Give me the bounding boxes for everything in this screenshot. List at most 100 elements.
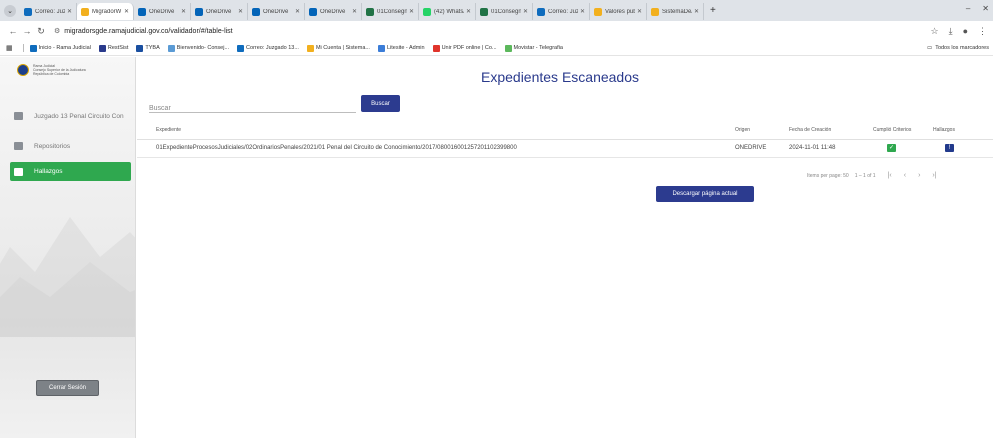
items-per-page-label[interactable]: Items per page: 50 [807, 173, 849, 179]
building-icon [14, 112, 23, 120]
bookmarks-bar: ▦ Inicio - Rama Judicial RestSist TYBA Bien… [0, 41, 993, 56]
close-tab-icon[interactable]: ✕ [466, 8, 471, 15]
bookmark-label: RestSist [107, 45, 129, 51]
minimize-icon[interactable]: – [966, 4, 970, 13]
bookmark-item[interactable]: Unir PDF online | Co... [432, 44, 497, 52]
hallazgos-comment-icon[interactable]: ! [945, 144, 954, 152]
url-text: migradorsgde.ramajudicial.gov.co/validad… [64, 27, 233, 35]
tab-favicon-icon [480, 7, 488, 16]
back-arrow-icon[interactable]: ← [6, 26, 20, 36]
tab-favicon-icon [651, 7, 659, 16]
all-bookmarks-button[interactable]: ▭ Todos los marcadores [927, 45, 989, 51]
browser-tab[interactable]: (42) WhatsA✕ [419, 3, 476, 20]
search-input[interactable] [149, 101, 356, 116]
close-tab-icon[interactable]: ✕ [181, 8, 186, 15]
browser-tab[interactable]: Correo: Juzg✕ [20, 3, 77, 20]
download-icon[interactable]: ⤓ [949, 26, 953, 37]
expedientes-table: Expediente Origen Fecha de Creación Cump… [137, 121, 993, 158]
close-window-icon[interactable]: ✕ [982, 4, 989, 13]
bookmark-item[interactable]: RestSist [98, 44, 129, 52]
bookmark-item[interactable]: Mi Cuenta | Sistema... [306, 44, 370, 52]
close-tab-icon[interactable]: ✕ [409, 8, 414, 15]
table-row[interactable]: 01ExpedienteProcesosJudiciales/02Ordinar… [137, 139, 993, 158]
sidebar-item-hallazgos[interactable]: Hallazgos [10, 162, 131, 181]
cell-expediente: 01ExpedienteProcesosJudiciales/02Ordinar… [137, 139, 735, 158]
bookmark-favicon-icon [306, 44, 314, 52]
next-page-icon[interactable]: › [918, 172, 920, 179]
header-cumplio[interactable]: Cumplió Criterios [873, 121, 933, 140]
bookmark-item[interactable]: Inicio - Rama Judicial [29, 44, 91, 52]
bookmark-favicon-icon [98, 44, 106, 52]
toolbar-actions: ☆ ⤓ ● ⋮ [931, 26, 988, 37]
browser-tab[interactable]: OneDrive ✕ [248, 3, 305, 20]
previous-page-icon[interactable]: ‹ [904, 172, 906, 179]
tab-title: 01Consegn [377, 8, 407, 15]
last-page-icon[interactable]: ›| [932, 172, 936, 179]
browser-tab[interactable]: OneDrive ✕ [191, 3, 248, 20]
close-tab-icon[interactable]: ✕ [637, 8, 642, 15]
close-tab-icon[interactable]: ✕ [580, 8, 585, 15]
profile-avatar-icon[interactable]: ● [963, 26, 968, 37]
bookmark-item[interactable]: TYBA [136, 44, 160, 52]
browser-tab[interactable]: MigradorW ✕ [77, 3, 134, 20]
browser-tab[interactable]: Valores publi✕ [590, 3, 647, 20]
sidebar-item-label: Repositorios [34, 142, 71, 150]
close-tab-icon[interactable]: ✕ [124, 8, 129, 15]
logo-line-3: República de Colombia [33, 72, 70, 76]
bookmark-favicon-icon [136, 44, 144, 52]
browser-tab[interactable]: 01Consegn ✕ [476, 3, 533, 20]
close-tab-icon[interactable]: ✕ [352, 8, 357, 15]
browser-tab[interactable]: OneDrive ✕ [305, 3, 362, 20]
bookmark-label: Movistar - Telegrafia [513, 45, 563, 51]
logout-button[interactable]: Cerrar Sesión [36, 380, 99, 396]
colombia-seal-icon [17, 64, 29, 76]
close-tab-icon[interactable]: ✕ [238, 8, 243, 15]
bookmark-item[interactable]: Movistar - Telegrafia [504, 44, 563, 52]
bookmark-item[interactable]: Litesite - Admin [377, 44, 425, 52]
reload-icon[interactable]: ↻ [34, 26, 48, 37]
mountain-background-illustration [0, 217, 135, 337]
bookmark-item[interactable]: Correo: Juzgado 13... [237, 44, 299, 52]
url-field[interactable]: ⚙ migradorsgde.ramajudicial.gov.co/valid… [54, 27, 931, 36]
bookmark-label: Unir PDF online | Co... [441, 45, 497, 51]
tab-title: MigradorW [92, 8, 122, 15]
close-tab-icon[interactable]: ✕ [67, 8, 72, 15]
bookmark-favicon-icon [377, 44, 385, 52]
first-page-icon[interactable]: |‹ [888, 172, 892, 179]
forward-arrow-icon[interactable]: → [20, 26, 34, 36]
search-button[interactable]: Buscar [361, 95, 400, 112]
sidebar-item-repositorios[interactable]: Repositorios [10, 137, 135, 155]
header-expediente[interactable]: Expediente [137, 121, 735, 140]
bookmark-list: Inicio - Rama Judicial RestSist TYBA Bienve… [29, 44, 571, 52]
header-fecha[interactable]: Fecha de Creación [789, 121, 873, 140]
browser-tab[interactable]: SistemaDeA✕ [647, 3, 704, 20]
monitor-icon [14, 167, 23, 176]
header-hallazgos[interactable]: Hallazgos [933, 121, 993, 140]
bookmark-item[interactable]: Bienvenido- Consej... [167, 44, 229, 52]
close-tab-icon[interactable]: ✕ [295, 8, 300, 15]
tab-favicon-icon [423, 7, 431, 16]
bookmark-favicon-icon [29, 44, 37, 52]
header-origen[interactable]: Origen [735, 121, 789, 140]
browser-tab[interactable]: Correo: Juzg✕ [533, 3, 590, 20]
checkbox-checked-icon: ✓ [887, 144, 896, 152]
bookmark-label: TYBA [145, 45, 160, 51]
tab-search-dropdown-icon[interactable]: ⌄ [4, 4, 16, 17]
sidebar-item-label: Juzgado 13 Penal Circuito Con [34, 112, 124, 120]
browser-tab[interactable]: OneDrive ✕ [134, 3, 191, 20]
menu-kebab-icon[interactable]: ⋮ [978, 26, 987, 37]
new-tab-button[interactable]: + [704, 5, 722, 16]
window-controls: – ✕ [966, 4, 989, 13]
sidebar-item-juzgado[interactable]: Juzgado 13 Penal Circuito Con [10, 107, 135, 125]
bookmark-favicon-icon [504, 44, 512, 52]
bookmark-label: Inicio - Rama Judicial [38, 45, 91, 51]
close-tab-icon[interactable]: ✕ [523, 8, 528, 15]
site-info-icon[interactable]: ⚙ [54, 27, 60, 35]
cell-hallazgos: ! [933, 139, 993, 158]
apps-grid-icon[interactable]: ▦ [6, 44, 13, 52]
all-bookmarks-label: Todos los marcadores [935, 45, 989, 51]
download-current-page-button[interactable]: Descargar página actual [656, 186, 754, 202]
bookmark-star-icon[interactable]: ☆ [931, 26, 939, 37]
browser-tab[interactable]: 01Consegn ✕ [362, 3, 419, 20]
close-tab-icon[interactable]: ✕ [694, 8, 699, 15]
